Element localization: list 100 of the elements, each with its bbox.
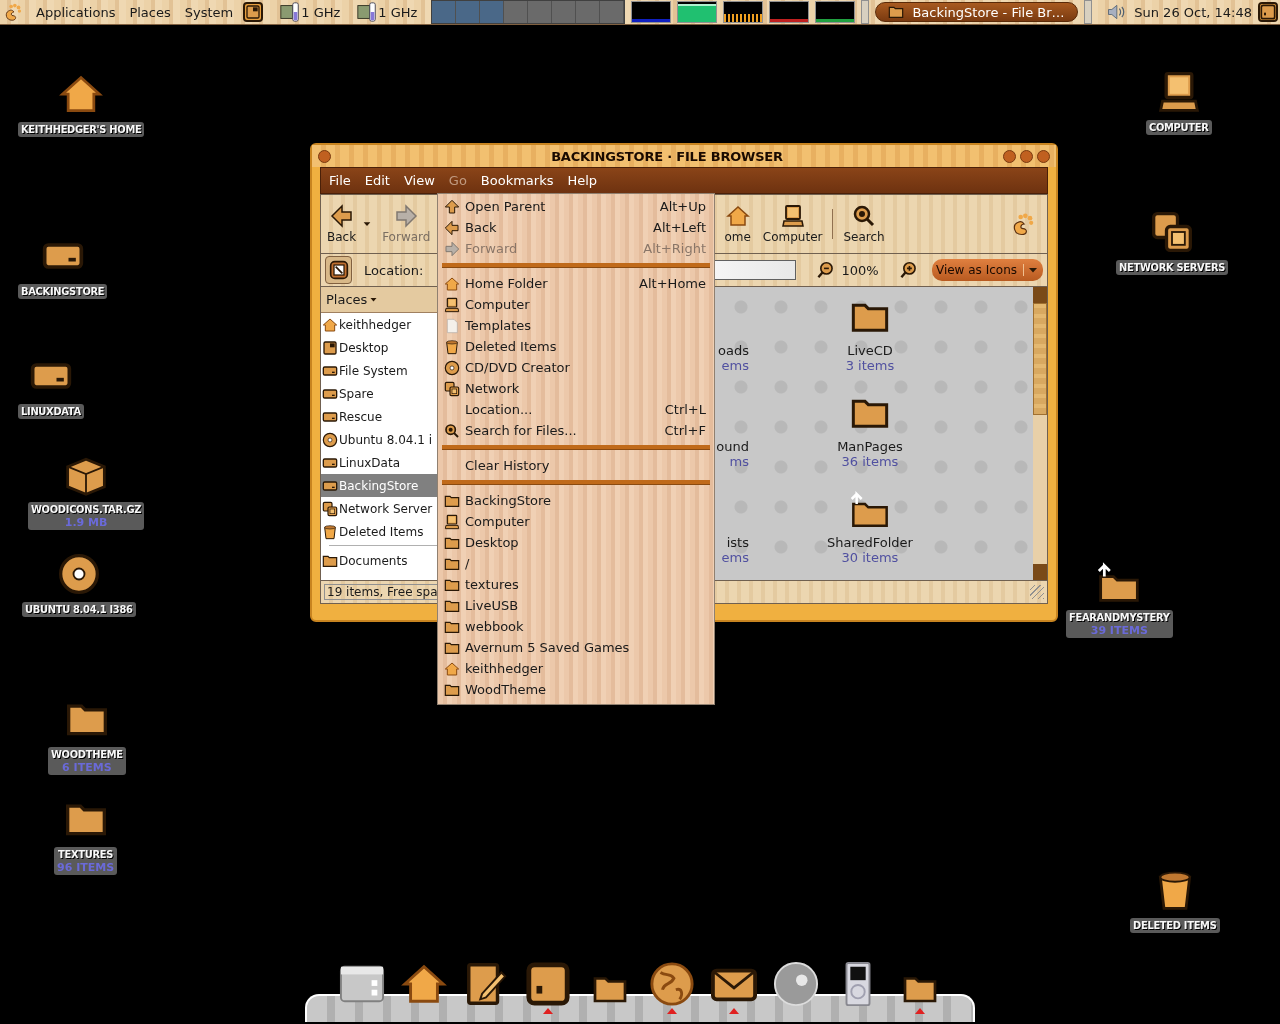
menu-item[interactable]: / (442, 553, 710, 574)
minimize-button[interactable] (1003, 149, 1016, 163)
computer-icon (444, 513, 460, 530)
panel-handle[interactable] (861, 0, 870, 24)
sidebar-item[interactable]: Spare (321, 382, 441, 405)
menu-item[interactable]: Templates (442, 315, 710, 336)
up-arrow-icon (444, 198, 460, 215)
menu-item[interactable]: Home Folder Alt+Home (442, 273, 710, 294)
desktop-icon-label[interactable]: WOODICONS.TAR.GZ 1.9 MB (28, 502, 145, 530)
view-mode-dropdown[interactable]: View as Icons (931, 259, 1043, 281)
menu-item[interactable]: Computer (442, 511, 710, 532)
taskbar-button[interactable]: BackingStore - File Br… (875, 2, 1078, 22)
activity-graph (723, 1, 764, 23)
computer-icon (444, 296, 460, 313)
folder-arrow-icon[interactable] (1097, 560, 1142, 604)
menu-item[interactable]: Avernum 5 Saved Games (442, 637, 710, 658)
folder-icon (888, 4, 905, 20)
show-desktop-button[interactable] (1258, 2, 1278, 22)
caret-icon (1023, 264, 1039, 276)
panel-menu[interactable]: Applications (32, 4, 120, 20)
workspace-switcher[interactable] (431, 0, 626, 24)
menu-item[interactable]: WoodTheme (442, 679, 710, 700)
menu-item[interactable]: LiveUSB (442, 595, 710, 616)
menu-item[interactable]: textures (442, 574, 710, 595)
icon-detail: 1.9 MB (64, 516, 108, 529)
menu-item[interactable]: CD/DVD Creator (442, 357, 710, 378)
caret-icon[interactable] (362, 219, 373, 229)
sphere-icon[interactable] (773, 961, 819, 1007)
folder-item[interactable]: SharedFolder 30 items (753, 489, 987, 580)
toolbar-button[interactable]: Computer (760, 204, 825, 244)
location-toggle-button[interactable] (325, 256, 353, 284)
activity-graph (815, 1, 856, 23)
activity-graph (631, 1, 672, 23)
folder-item[interactable]: ManPages 36 items (753, 393, 987, 489)
menu-item[interactable]: Network (442, 378, 710, 399)
menu-item[interactable]: BackingStore (442, 490, 710, 511)
sidebar-item[interactable]: Ubuntu 8.04.1 i (321, 428, 441, 451)
menu-item[interactable]: Back Alt+Left (442, 217, 710, 238)
menu-item[interactable]: Edit (358, 173, 396, 188)
sidebar-item[interactable]: File System (321, 359, 441, 382)
sidebar-item[interactable]: LinuxData (321, 451, 441, 474)
activity-graph (769, 1, 810, 23)
windows-icon[interactable] (1150, 210, 1194, 254)
menu-item[interactable]: Open Parent Alt+Up (442, 196, 710, 217)
desktop-icon-label[interactable]: TEXTURES 96 ITEMS (54, 847, 118, 875)
panel-handle[interactable] (1083, 0, 1092, 24)
menu-item[interactable]: Computer (442, 294, 710, 315)
house-icon (444, 660, 460, 677)
launcher-button[interactable] (243, 2, 264, 22)
sidebar-item[interactable]: keithhedger (321, 313, 441, 336)
sidebar-item[interactable]: Desktop (321, 336, 441, 359)
scroll-thumb[interactable] (1033, 303, 1047, 415)
windows-icon (444, 380, 460, 397)
menu-item[interactable]: View (397, 173, 441, 188)
computer-icon[interactable] (1156, 70, 1201, 114)
house-icon (322, 316, 338, 333)
disc-icon[interactable] (56, 552, 101, 596)
sidebar-item[interactable]: Network Server (321, 497, 441, 520)
menu-item[interactable]: Location... Ctrl+L (442, 399, 710, 420)
speaker-icon[interactable] (1106, 2, 1127, 22)
sidebar-item[interactable]: Documents (321, 549, 441, 572)
sidebar-item[interactable]: Rescue (321, 405, 441, 428)
desktop-icon-label[interactable]: FEARANDMYSTERY 39 ITEMS (1066, 610, 1173, 638)
sidebar-item[interactable]: Deleted Items (321, 520, 441, 543)
icon-detail: 6 ITEMS (62, 761, 112, 774)
menu-item[interactable]: webbook (442, 616, 710, 637)
toolbar-button[interactable]: Back (325, 204, 359, 244)
menu-item[interactable]: Help (561, 173, 604, 188)
menu-item[interactable]: Bookmarks (474, 173, 560, 188)
zoom-out-icon[interactable] (816, 260, 836, 280)
toolbar-button[interactable]: Search (841, 204, 887, 244)
resize-grip[interactable] (1030, 585, 1044, 599)
window-menu-button[interactable] (318, 149, 331, 163)
icon-caption: WOODICONS.TAR.GZ (31, 503, 142, 516)
menu-item[interactable]: Deleted Items (442, 336, 710, 357)
menu-item[interactable]: Desktop (442, 532, 710, 553)
cpu-frequency: 1 GHz (301, 4, 341, 20)
scrollbar[interactable] (1033, 287, 1047, 580)
computer-icon (780, 204, 805, 228)
close-button[interactable] (1037, 149, 1050, 163)
globe-icon[interactable] (649, 961, 695, 1007)
menu-item[interactable]: keithhedger (442, 658, 710, 679)
menu-item[interactable]: Search for Files... Ctrl+F (442, 420, 710, 441)
clock[interactable]: Sun 26 Oct, 14:48 (1134, 4, 1252, 20)
square-icon (1260, 4, 1276, 20)
house-icon (444, 275, 460, 292)
document-icon (444, 317, 460, 334)
toolbar-button[interactable]: ome (722, 204, 753, 244)
folder-item[interactable]: LiveCD 3 items (753, 297, 987, 393)
icon-caption: TEXTURES (58, 848, 114, 861)
menu-item[interactable]: Clear History (442, 455, 710, 476)
panel-menu[interactable]: System (180, 4, 238, 20)
zoom-in-icon[interactable] (898, 260, 918, 280)
panel-menu[interactable]: Places (125, 4, 175, 20)
bin-icon (322, 523, 338, 540)
maximize-button[interactable] (1020, 149, 1033, 163)
desktop-icon-label[interactable]: WOODTHEME 6 ITEMS (48, 747, 126, 775)
location-icon (328, 260, 349, 280)
square-icon[interactable] (525, 961, 571, 1007)
menu-item[interactable]: File (323, 173, 357, 188)
